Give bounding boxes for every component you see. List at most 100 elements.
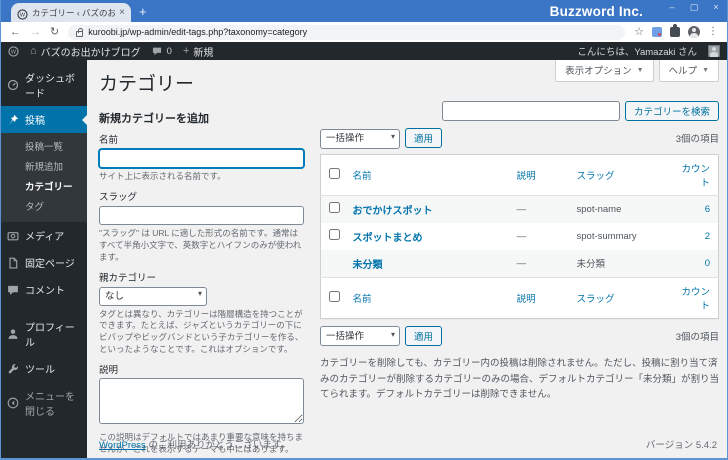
admin-sidebar: ダッシュボード 投稿 投稿一覧 新規追加 カテゴリー タグ メディア 固定ページ [1, 60, 87, 458]
extensions-puzzle-icon[interactable] [670, 24, 680, 37]
bookmark-star-icon[interactable]: ☆ [634, 26, 644, 38]
svg-text:W: W [11, 49, 17, 55]
wordpress-link[interactable]: WordPress [99, 440, 146, 451]
category-name-link[interactable]: おでかけスポット [353, 206, 433, 217]
sidebar-item-tags[interactable]: タグ [1, 196, 87, 216]
sort-slug-header[interactable]: スラッグ [577, 171, 615, 182]
name-help: サイト上に表示される名前です。 [99, 171, 226, 181]
sidebar-item-comments[interactable]: コメント [1, 276, 87, 303]
category-name-link[interactable]: スポットまとめ [353, 233, 423, 244]
admin-bar-new-label: 新規 [193, 47, 214, 59]
category-description: — [516, 230, 527, 242]
items-count-top: 3個の項目 [675, 134, 719, 146]
comment-bubble-icon [152, 46, 163, 57]
close-button[interactable]: × [705, 0, 727, 15]
slug-label: スラッグ [99, 191, 138, 203]
admin-footer: WordPress のご利用ありがとうございます。 バージョン 5.4.2 [99, 437, 717, 451]
sort-slug-header-bottom[interactable]: スラッグ [577, 294, 615, 305]
sidebar-item-profile[interactable]: プロフィール [1, 313, 87, 355]
delete-category-note: カテゴリーを削除しても、カテゴリー内の投稿は削除されません。ただし、投稿に割り当… [320, 358, 720, 401]
slug-input[interactable] [99, 205, 304, 225]
tab-close-icon[interactable]: × [119, 7, 125, 18]
dashboard-icon [7, 79, 19, 91]
apply-button-bottom[interactable]: 適用 [405, 325, 443, 346]
add-category-form: 新規カテゴリーを追加 名前 サイト上に表示される名前です。 スラッグ "スラッグ… [99, 99, 304, 458]
browser-tab[interactable]: W カテゴリー ‹ バズのお出かけブログ — W × [11, 3, 131, 22]
parent-category-label: 親カテゴリー [99, 272, 157, 284]
back-icon[interactable]: ← [10, 26, 21, 38]
wp-admin-bar: W ⌂ バズのお出かけブログ 0 + 新規 こんにちは、Yamazaki さん [1, 42, 727, 60]
admin-bar-site-link[interactable]: ⌂ バズのお出かけブログ [30, 44, 141, 59]
items-count-bottom: 3個の項目 [675, 331, 719, 343]
apply-button-top[interactable]: 適用 [405, 128, 443, 149]
sort-name-header[interactable]: 名前 [353, 171, 372, 182]
table-row: スポットまとめ — spot-summary 2 [321, 223, 719, 250]
description-textarea[interactable] [99, 378, 304, 425]
bulk-action-select-top[interactable]: 一括操作 [320, 128, 400, 149]
chevron-down-icon: ▼ [702, 66, 709, 74]
sidebar-item-all-posts[interactable]: 投稿一覧 [1, 136, 87, 156]
admin-bar-greeting[interactable]: こんにちは、Yamazaki さん [577, 44, 697, 58]
new-tab-button[interactable]: + [139, 5, 147, 18]
browser-addressbar: ← → ↻ kuroobi.jp/wp-admin/edit-tags.php?… [1, 22, 727, 42]
admin-content: 表示オプション ▼ ヘルプ ▼ カテゴリー 新規カテゴリーを追加 名前 サイト上… [87, 60, 727, 458]
bulk-action-select-bottom[interactable]: 一括操作 [320, 326, 400, 346]
category-count-link[interactable]: 0 [705, 258, 710, 269]
minimize-button[interactable]: – [661, 0, 683, 15]
sidebar-item-dashboard[interactable]: ダッシュボード [1, 64, 87, 106]
screen-options-button[interactable]: 表示オプション ▼ [555, 60, 654, 82]
category-name-link[interactable]: 未分類 [353, 260, 383, 271]
sort-count-header[interactable]: カウント [681, 164, 710, 189]
category-count-link[interactable]: 2 [705, 231, 710, 242]
parent-category-help: タグとは異なり、カテゴリーは階層構造を持つことができます。たとえば、ジャズという… [99, 308, 304, 355]
window-brand-title: Buzzword Inc. [549, 3, 643, 19]
description-label: 説明 [99, 365, 119, 377]
search-input[interactable] [441, 101, 620, 121]
sort-description-header[interactable]: 説明 [517, 171, 536, 182]
sidebar-item-media[interactable]: メディア [1, 222, 87, 249]
user-icon [8, 329, 18, 339]
sort-description-header-bottom[interactable]: 説明 [517, 294, 536, 305]
maximize-button[interactable]: ▢ [683, 0, 705, 15]
forward-icon[interactable]: → [30, 26, 41, 38]
url-bar[interactable]: kuroobi.jp/wp-admin/edit-tags.php?taxono… [68, 24, 626, 40]
reload-icon[interactable]: ↻ [50, 26, 59, 38]
sidebar-item-add-new[interactable]: 新規追加 [1, 156, 87, 176]
page-icon [9, 257, 18, 268]
window-controls: – ▢ × [661, 0, 727, 15]
name-input[interactable] [99, 149, 304, 168]
sort-name-header-bottom[interactable]: 名前 [353, 294, 372, 305]
browser-profile-icon[interactable] [688, 26, 700, 38]
pin-icon [8, 114, 19, 125]
slug-help: "スラッグ" は URL に適した形式の名前です。通常はすべて半角小文字で、英数… [99, 227, 302, 262]
row-checkbox[interactable] [329, 229, 340, 240]
bulk-action-select-wrap-top: 一括操作 [320, 128, 400, 149]
select-all-checkbox[interactable] [329, 167, 340, 179]
sidebar-item-posts[interactable]: 投稿 [1, 106, 87, 133]
row-checkbox[interactable] [329, 202, 340, 213]
home-icon: ⌂ [30, 44, 37, 57]
sidebar-item-pages[interactable]: 固定ページ [1, 249, 87, 276]
table-header-row: 名前 説明 スラッグ カウント [320, 154, 719, 196]
wrench-icon [8, 363, 19, 373]
sidebar-item-collapse-menu[interactable]: メニューを閉じる [1, 382, 87, 424]
sidebar-item-categories[interactable]: カテゴリー [1, 176, 87, 196]
bulk-action-select-wrap-bottom: 一括操作 [320, 326, 400, 346]
parent-category-select[interactable]: なし [99, 286, 207, 306]
search-categories-button[interactable]: カテゴリーを検索 [624, 101, 719, 121]
admin-bar-comments[interactable]: 0 [152, 46, 172, 57]
extension-blue-icon[interactable] [652, 27, 662, 37]
user-avatar[interactable] [708, 45, 720, 57]
table-row: 未分類 — 未分類 0 [320, 249, 719, 277]
category-count-link[interactable]: 6 [705, 204, 710, 215]
comments-icon [8, 285, 18, 295]
select-all-checkbox-bottom[interactable] [329, 290, 340, 302]
browser-menu-icon[interactable]: ⋮ [708, 27, 718, 37]
sidebar-item-tools[interactable]: ツール [1, 355, 87, 382]
help-button[interactable]: ヘルプ ▼ [658, 60, 719, 82]
sort-count-header-bottom[interactable]: カウント [681, 287, 710, 312]
tab-title: カテゴリー ‹ バズのお出かけブログ — W [32, 7, 115, 18]
admin-bar-new[interactable]: + 新規 [183, 44, 213, 59]
wordpress-logo-icon[interactable]: W [8, 45, 19, 57]
name-label: 名前 [99, 135, 119, 146]
